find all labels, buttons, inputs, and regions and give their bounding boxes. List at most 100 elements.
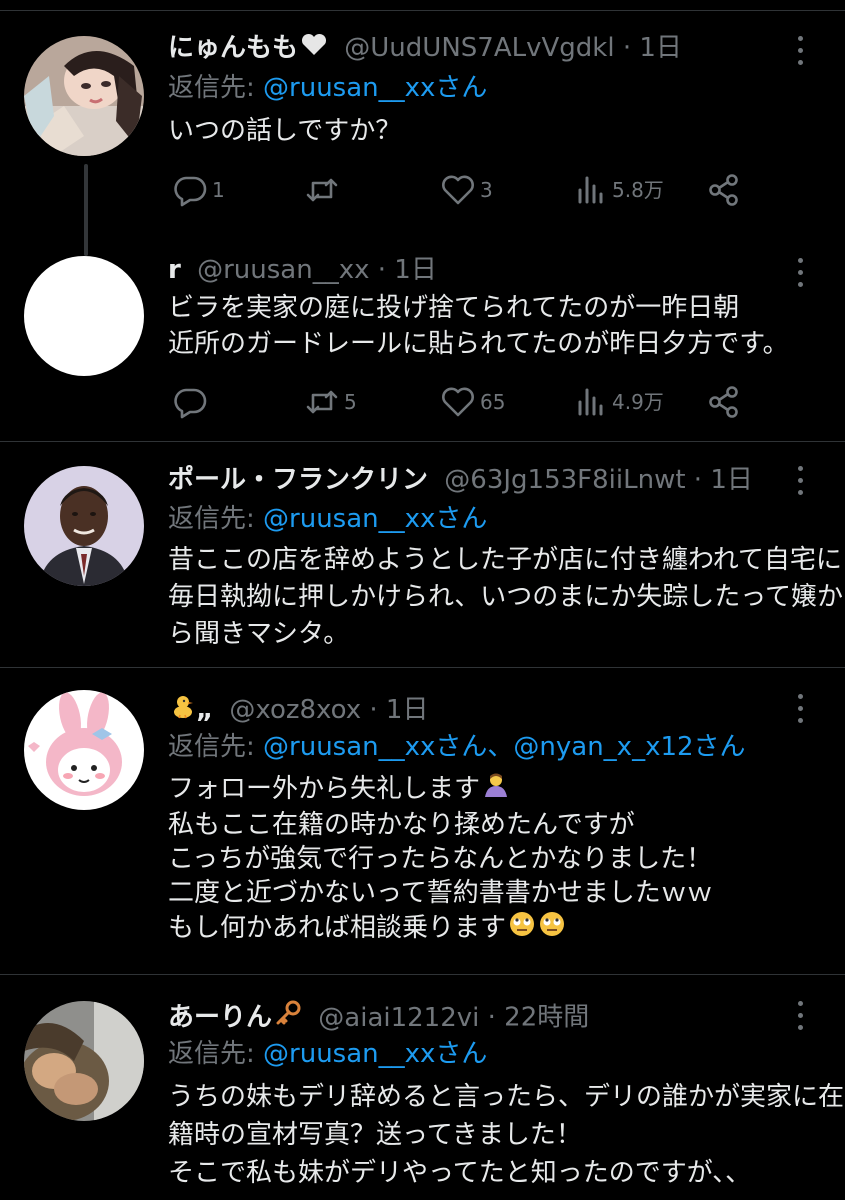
tweet[interactable]: あーりん @aiai1212vi · 22時間 返信先: @ruusan__xx… bbox=[0, 975, 845, 1200]
reply-to-mention[interactable]: @ruusan__xxさん bbox=[263, 504, 487, 534]
timestamp[interactable]: 1日 bbox=[394, 255, 437, 285]
chick-emoji-icon bbox=[170, 693, 196, 729]
display-name[interactable]: r bbox=[168, 255, 181, 285]
views-button[interactable]: 5.8万 bbox=[572, 168, 664, 208]
tweet-text-line: 昔ここの店を辞めようとした子が店に付き纏われて自宅に bbox=[168, 545, 842, 575]
tweet[interactable]: „ @xoz8xox · 1日 返信先: @ruusan__xxさん、@nyan… bbox=[0, 668, 845, 974]
like-button[interactable]: 3 bbox=[440, 168, 493, 208]
separator: · bbox=[693, 465, 703, 495]
tweet-text-line: 毎日執拗に押しかけられ、いつのまにか失踪したって嬢か bbox=[168, 582, 843, 612]
reply-button[interactable] bbox=[172, 380, 212, 420]
more-icon[interactable] bbox=[791, 34, 811, 68]
tweet-text-segment: もし何かあれば相談乗ります bbox=[168, 913, 507, 943]
retweet-button[interactable] bbox=[304, 168, 344, 208]
timestamp[interactable]: 1日 bbox=[386, 695, 429, 725]
heart-emoji-icon bbox=[300, 31, 328, 67]
action-bar: 1 3 5.8万 bbox=[168, 168, 758, 208]
tweet-text-line: フォロー外から失礼します bbox=[168, 771, 815, 808]
heart-icon bbox=[442, 387, 474, 416]
avatar-image bbox=[24, 1001, 144, 1121]
reply-to-prefix: 返信先: bbox=[168, 732, 264, 762]
bowing-person-emoji-icon bbox=[482, 771, 510, 808]
tweet-text-line: 近所のガードレールに貼られてたのが昨日夕方です。 bbox=[168, 329, 789, 359]
avatar[interactable] bbox=[24, 1001, 144, 1121]
separator: · bbox=[377, 255, 387, 285]
avatar[interactable] bbox=[24, 690, 144, 810]
more-icon[interactable] bbox=[791, 464, 811, 498]
handle[interactable]: @aiai1212vi bbox=[318, 1003, 479, 1033]
reply-count: 1 bbox=[212, 177, 225, 202]
tweet-text-line: ビラを実家の庭に投げ捨てられてたのが一昨日朝 bbox=[168, 293, 740, 323]
more-icon[interactable] bbox=[791, 692, 811, 726]
tweet-text-line: こっちが強気で行ったらなんとかなりました！ bbox=[168, 844, 713, 874]
retweet-icon bbox=[306, 178, 338, 201]
separator: · bbox=[487, 1002, 496, 1033]
timestamp[interactable]: 1日 bbox=[710, 465, 753, 495]
handle[interactable]: @ruusan__xx bbox=[197, 255, 369, 285]
tweet-text-line: いつの話しですか？ bbox=[168, 116, 402, 146]
avatar[interactable] bbox=[24, 256, 144, 376]
separator: · bbox=[622, 33, 632, 63]
tweet-text: 昔ここの店を辞めようとした子が店に付き纏われて自宅に 毎日執拗に押しかけられ、い… bbox=[168, 542, 843, 653]
reply-to: 返信先: @ruusan__xxさん bbox=[168, 70, 487, 106]
handle[interactable]: @63Jg153F8iiLnwt bbox=[444, 465, 685, 495]
tweet-text: フォロー外から失礼します 私もここ在籍の時かなり揉めたんですが こっちが強気で行… bbox=[168, 771, 815, 947]
reply-to-prefix: 返信先: bbox=[168, 73, 264, 103]
share-button[interactable] bbox=[706, 168, 742, 208]
retweet-icon bbox=[306, 390, 338, 413]
avatar[interactable] bbox=[24, 36, 144, 156]
like-count: 65 bbox=[480, 389, 506, 414]
tweet-header: ポール・フランクリン @63Jg153F8iiLnwt · 1日 bbox=[168, 462, 785, 498]
tweet-text-line: そこで私も妹がデリやってたと知ったのですが、、 bbox=[168, 1158, 752, 1188]
tweet-text-line: うちの妹もデリ辞めると言ったら、デリの誰かが実家に在 bbox=[168, 1082, 845, 1112]
display-name[interactable]: ポール・フランクリン bbox=[168, 465, 428, 495]
share-button[interactable] bbox=[706, 380, 742, 420]
reply-icon bbox=[174, 176, 207, 206]
views-icon bbox=[578, 176, 603, 203]
views-button[interactable]: 4.9万 bbox=[572, 380, 664, 420]
retweet-button[interactable]: 5 bbox=[304, 380, 357, 420]
reply-to-mention[interactable]: @ruusan__xxさん bbox=[263, 73, 487, 103]
tweet[interactable]: にゅんもも @UudUNS7ALvVgdkl · 1日 返信先: @ruusan… bbox=[0, 0, 845, 440]
handle[interactable]: @xoz8xox bbox=[229, 695, 361, 725]
avatar-image bbox=[24, 36, 144, 156]
separator: · bbox=[369, 695, 378, 725]
heart-icon bbox=[442, 175, 474, 204]
tweet-header: „ @xoz8xox · 1日 bbox=[168, 692, 785, 728]
views-count: 5.8万 bbox=[612, 177, 664, 202]
display-name[interactable]: あーりん bbox=[168, 1003, 272, 1033]
like-count: 3 bbox=[480, 177, 493, 202]
eye-roll-emoji-icon bbox=[538, 910, 566, 947]
reply-button[interactable]: 1 bbox=[172, 168, 225, 208]
tweet-header: にゅんもも @UudUNS7ALvVgdkl · 1日 bbox=[168, 30, 785, 66]
more-icon[interactable] bbox=[791, 256, 811, 290]
more-icon[interactable] bbox=[791, 999, 811, 1033]
action-bar: 5 65 4.9万 bbox=[168, 380, 758, 420]
tweet-text-line: ら聞きマシタ。 bbox=[168, 619, 350, 649]
timestamp[interactable]: 22時間 bbox=[504, 1003, 589, 1033]
reply-to: 返信先: @ruusan__xxさん bbox=[168, 501, 487, 537]
timestamp[interactable]: 1日 bbox=[639, 33, 682, 63]
key-emoji-icon bbox=[274, 999, 302, 1035]
tweet-text-line: 私もここ在籍の時かなり揉めたんですが bbox=[168, 810, 635, 840]
avatar[interactable] bbox=[24, 466, 144, 586]
avatar-image bbox=[24, 466, 144, 586]
like-button[interactable]: 65 bbox=[440, 380, 505, 420]
tweet-text: うちの妹もデリ辞めると言ったら、デリの誰かが実家に在 籍時の宣材写真？送ってきま… bbox=[168, 1078, 845, 1192]
thread-line bbox=[84, 164, 88, 256]
reply-to-mention[interactable]: @ruusan__xxさん、@nyan_x_x12さん bbox=[263, 732, 746, 762]
tweet-text: いつの話しですか？ bbox=[168, 113, 815, 149]
handle[interactable]: @UudUNS7ALvVgdkl bbox=[344, 33, 614, 63]
reply-to-mention[interactable]: @ruusan__xxさん bbox=[263, 1039, 487, 1069]
reply-to: 返信先: @ruusan__xxさん bbox=[168, 1036, 487, 1072]
share-icon bbox=[709, 385, 738, 418]
display-name[interactable]: にゅんもも bbox=[168, 33, 298, 63]
reply-to-prefix: 返信先: bbox=[168, 504, 264, 534]
tweet-text-line: 籍時の宣材写真？送ってきました！ bbox=[168, 1120, 582, 1150]
display-name-suffix[interactable]: „ bbox=[196, 695, 213, 725]
tweet-text: ビラを実家の庭に投げ捨てられてたのが一昨日朝 近所のガードレールに貼られてたのが… bbox=[168, 290, 815, 362]
tweet-text-segment: フォロー外から失礼します bbox=[168, 774, 481, 804]
views-count: 4.9万 bbox=[612, 389, 664, 414]
tweet[interactable]: ポール・フランクリン @63Jg153F8iiLnwt · 1日 返信先: @r… bbox=[0, 442, 845, 666]
eye-roll-emoji-icon bbox=[508, 910, 536, 947]
